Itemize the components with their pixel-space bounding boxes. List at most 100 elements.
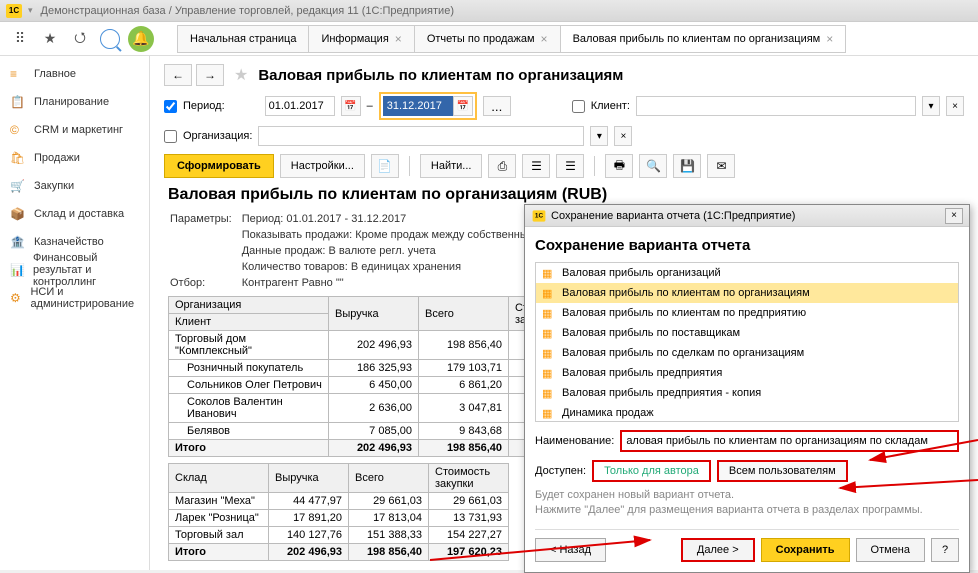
notifications-icon[interactable]: 🔔 [128, 26, 154, 52]
table-row[interactable]: Белявов7 085,009 843,68 [169, 423, 541, 440]
table-row[interactable]: Ларек "Розница"17 891,2017 813,0413 731,… [169, 510, 509, 527]
variant-label: Валовая прибыль предприятия [562, 367, 722, 379]
period-label: Период: [183, 100, 225, 112]
search-icon[interactable] [98, 27, 122, 51]
email-icon[interactable]: ✉ [707, 154, 735, 178]
table-row[interactable]: Торговый зал140 127,76151 388,33154 227,… [169, 527, 509, 544]
next-button[interactable]: Далее > [681, 538, 755, 562]
nav-label: НСИ и администрирование [30, 286, 139, 310]
date-to-input[interactable] [383, 96, 453, 116]
dropdown-icon[interactable]: ▾ [28, 5, 33, 16]
variant-item[interactable]: ▦Валовая прибыль по клиентам по организа… [536, 283, 958, 303]
favorite-icon[interactable]: ★ [234, 65, 248, 85]
collapse-icon[interactable]: ☰ [522, 154, 550, 178]
table-row[interactable]: Соколов Валентин Иванович2 636,003 047,8… [169, 394, 541, 423]
report-table-1: ОрганизацияВыручкаВсегоСтозакКлиентТорго… [168, 296, 541, 457]
calendar-icon[interactable]: 📅 [453, 96, 473, 116]
close-button[interactable]: × [945, 208, 963, 224]
variant-name-input[interactable] [620, 430, 959, 452]
access-row: Доступен: Только для автора Всем пользов… [535, 460, 959, 482]
table-row[interactable]: Сольников Олег Петрович6 450,006 861,20 [169, 377, 541, 394]
dialog-info: Будет сохранен новый вариант отчета. Наж… [535, 488, 959, 519]
access-all-button[interactable]: Всем пользователям [717, 460, 848, 482]
client-input[interactable] [636, 96, 916, 116]
tab-sales-reports[interactable]: Отчеты по продажам× [414, 25, 561, 53]
table-row[interactable]: Магазин "Меха"44 477,9729 661,0329 661,0… [169, 493, 509, 510]
variant-label: Валовая прибыль по поставщикам [562, 327, 740, 339]
help-button[interactable]: ? [931, 538, 959, 562]
settings-button[interactable]: Настройки... [280, 154, 365, 178]
tab-info[interactable]: Информация× [308, 25, 414, 53]
sidebar-item[interactable]: 📊Финансовый результат и контроллинг [0, 256, 149, 284]
nav-label: CRM и маркетинг [34, 124, 123, 136]
expand-icon[interactable]: ☰ [556, 154, 584, 178]
find-button[interactable]: Найти... [420, 154, 483, 178]
table-row[interactable]: Торговый дом "Комплексный"202 496,93198 … [169, 331, 541, 360]
period-checkbox[interactable] [164, 100, 177, 113]
window-title: Демонстрационная база / Управление торго… [41, 5, 454, 17]
preview-icon[interactable]: 🔍 [639, 154, 667, 178]
cancel-button[interactable]: Отмена [856, 538, 925, 562]
back-button[interactable]: ← [164, 64, 192, 86]
nav-icon: 📋 [10, 95, 26, 109]
variant-item[interactable]: ▦Динамика продаж [536, 403, 958, 422]
clear-button[interactable]: × [946, 96, 964, 116]
close-icon[interactable]: × [395, 32, 402, 46]
period-filter-row: Период: 📅 – 📅 ... Клиент: ▾ × [164, 92, 964, 120]
org-input[interactable] [258, 126, 584, 146]
report-title: Валовая прибыль по клиентам по организац… [168, 186, 964, 204]
back-button[interactable]: < Назад [535, 538, 606, 562]
sidebar-item[interactable]: 📋Планирование [0, 88, 149, 116]
table-row[interactable]: Розничный покупатель186 325,93179 103,71 [169, 360, 541, 377]
nav-icon: ⚙ [10, 291, 22, 305]
nav-label: Закупки [34, 180, 74, 192]
close-icon[interactable]: × [541, 32, 548, 46]
forward-button[interactable]: → [196, 64, 224, 86]
nav-icon: 🏦 [10, 235, 26, 249]
variant-list[interactable]: ▦Валовая прибыль организаций▦Валовая при… [535, 262, 959, 422]
dialog-title: Сохранение варианта отчета (1С:Предприят… [551, 210, 795, 222]
history-icon[interactable]: ⭯ [68, 27, 92, 51]
variant-item[interactable]: ▦Валовая прибыль организаций [536, 263, 958, 283]
variant-item[interactable]: ▦ Валовая прибыль по поставщикам [536, 323, 958, 343]
star-icon[interactable]: ★ [38, 27, 62, 51]
save-variant-icon[interactable]: 📄 [371, 154, 399, 178]
period-picker-button[interactable]: ... [483, 96, 511, 116]
tab-gross-profit[interactable]: Валовая прибыль по клиентам по организац… [560, 25, 847, 53]
sidebar-item[interactable]: 🛒Закупки [0, 172, 149, 200]
apps-icon[interactable]: ⠿ [8, 27, 32, 51]
select-button[interactable]: ▾ [590, 126, 608, 146]
variant-icon: ▦ [542, 267, 556, 280]
variant-icon: ▦ [542, 287, 556, 300]
clear-button[interactable]: × [614, 126, 632, 146]
save-button[interactable]: Сохранить [761, 538, 850, 562]
page-navigation: ← → ★ Валовая прибыль по клиентам по орг… [164, 64, 964, 86]
org-checkbox[interactable] [164, 130, 177, 143]
filter-icon[interactable]: ⎙ [488, 154, 516, 178]
variant-item[interactable]: ▦Валовая прибыль предприятия [536, 363, 958, 383]
access-author-button[interactable]: Только для автора [592, 460, 711, 482]
client-checkbox[interactable] [572, 100, 585, 113]
print-icon[interactable]: 🖶 [605, 154, 633, 178]
dialog-titlebar: 1C Сохранение варианта отчета (1С:Предпр… [525, 205, 969, 227]
variant-item[interactable]: ▦Валовая прибыль по клиентам по предприя… [536, 303, 958, 323]
report-params: Параметры:Период: 01.01.2017 - 31.12.201… [168, 210, 551, 292]
sidebar-item[interactable]: 📦Склад и доставка [0, 200, 149, 228]
sidebar-item[interactable]: ⚙ НСИ и администрирование [0, 284, 149, 312]
tab-home[interactable]: Начальная страница [177, 25, 309, 53]
action-toolbar: Сформировать Настройки... 📄 Найти... ⎙ ☰… [164, 154, 964, 178]
variant-label: Валовая прибыль по сделкам по организаци… [562, 347, 804, 359]
variant-icon: ▦ [542, 407, 556, 420]
sidebar-item[interactable]: ©CRM и маркетинг [0, 116, 149, 144]
sidebar-item[interactable]: 🛍Продажи [0, 144, 149, 172]
close-icon[interactable]: × [826, 32, 833, 46]
sidebar-item[interactable]: ≡Главное [0, 60, 149, 88]
date-from-input[interactable] [265, 96, 335, 116]
variant-item[interactable]: ▦Валовая прибыль предприятия - копия [536, 383, 958, 403]
variant-item[interactable]: ▦Валовая прибыль по сделкам по организац… [536, 343, 958, 363]
generate-button[interactable]: Сформировать [164, 154, 274, 178]
variant-icon: ▦ [542, 327, 556, 340]
save-icon[interactable]: 💾 [673, 154, 701, 178]
calendar-icon[interactable]: 📅 [341, 96, 361, 116]
select-button[interactable]: ▾ [922, 96, 940, 116]
